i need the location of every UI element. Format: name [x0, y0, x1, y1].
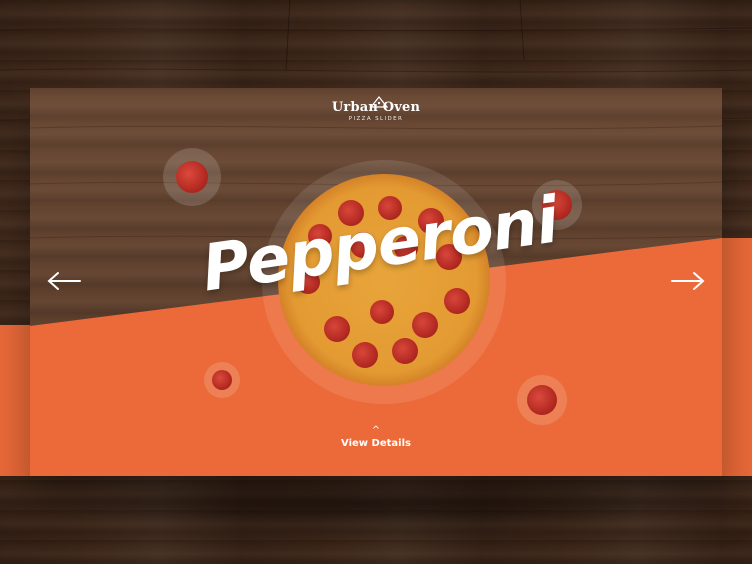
- arrow-right-icon[interactable]: [670, 270, 706, 292]
- card-shadow: [60, 476, 692, 536]
- pizza-slice-icon: [370, 96, 388, 108]
- pepperoni-bubble-top-left: [163, 148, 221, 206]
- orange-edge-left: [0, 325, 30, 476]
- pepperoni-bubble-bottom-left: [204, 362, 240, 398]
- pepperoni-bubble-bottom-right: [517, 375, 567, 425]
- view-details-label: View Details: [341, 438, 411, 449]
- arrow-left-icon[interactable]: [46, 270, 82, 292]
- view-details-button[interactable]: ^ View Details: [336, 425, 416, 450]
- chevron-up-icon: ^: [371, 425, 381, 436]
- brand-tagline: PIZZA SLIDER: [348, 116, 404, 122]
- orange-edge-right: [722, 238, 752, 476]
